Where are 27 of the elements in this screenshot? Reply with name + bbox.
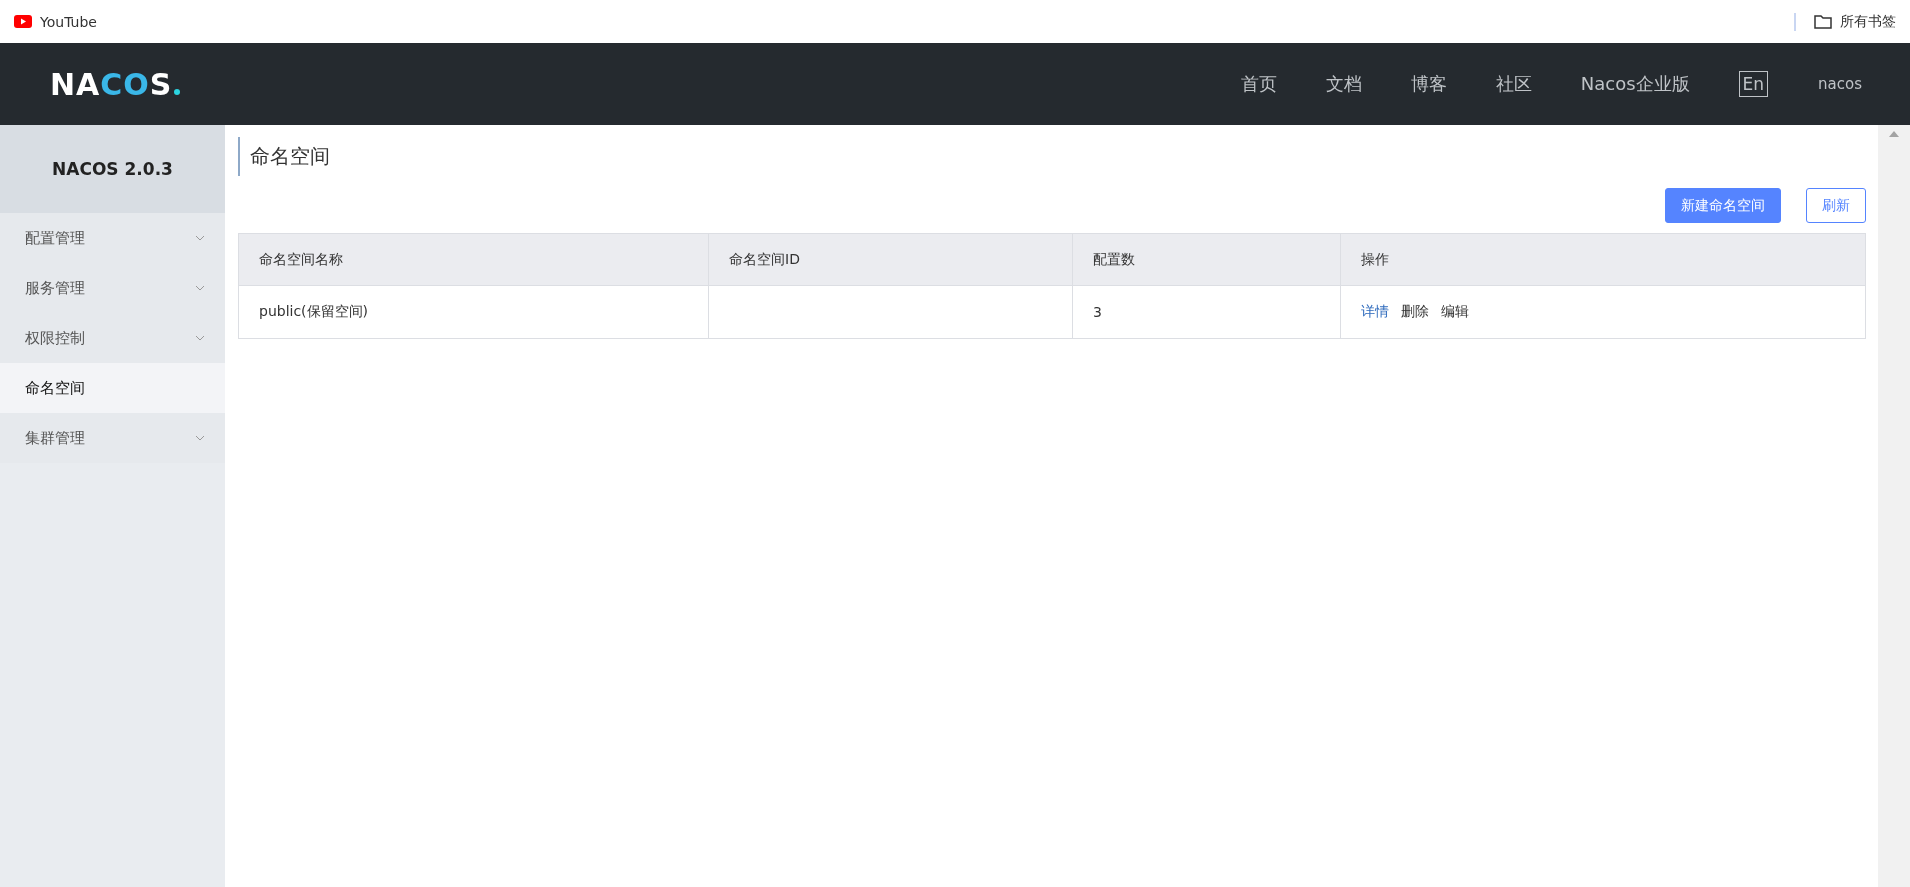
action-link[interactable]: 详情 bbox=[1361, 303, 1389, 321]
nacos-logo[interactable]: NACOS bbox=[50, 66, 181, 102]
table-cell: 3 bbox=[1073, 286, 1341, 338]
action-link[interactable]: 编辑 bbox=[1441, 303, 1469, 321]
table-cell: public(保留空间) bbox=[239, 286, 709, 338]
play-logo-icon bbox=[14, 15, 32, 28]
scroll-up-arrow-icon[interactable] bbox=[1889, 131, 1899, 137]
folder-icon bbox=[1814, 14, 1832, 29]
user-name[interactable]: nacos bbox=[1818, 75, 1862, 93]
all-bookmarks-link[interactable]: 所有书签 bbox=[1840, 12, 1896, 31]
column-header: 配置数 bbox=[1073, 234, 1341, 286]
column-header: 操作 bbox=[1341, 234, 1865, 286]
nav-link[interactable]: 文档 bbox=[1325, 72, 1362, 96]
refresh-button[interactable]: 刷新 bbox=[1806, 188, 1866, 223]
page-title: 命名空间 bbox=[238, 137, 1866, 176]
nav-link[interactable]: Nacos企业版 bbox=[1580, 72, 1690, 96]
sidebar-title: NACOS 2.0.3 bbox=[0, 125, 225, 213]
scrollbar[interactable] bbox=[1878, 125, 1910, 887]
nav-link[interactable]: 社区 bbox=[1495, 72, 1532, 96]
column-header: 命名空间名称 bbox=[239, 234, 709, 286]
language-button[interactable]: En bbox=[1738, 71, 1769, 97]
nav-link[interactable]: 博客 bbox=[1410, 72, 1447, 96]
bookmark-link[interactable]: YouTube bbox=[40, 13, 97, 30]
column-header: 命名空间ID bbox=[709, 234, 1073, 286]
action-link[interactable]: 删除 bbox=[1401, 303, 1429, 321]
sidebar-item[interactable]: 命名空间 bbox=[0, 363, 225, 413]
nav-link[interactable]: 首页 bbox=[1240, 72, 1277, 96]
